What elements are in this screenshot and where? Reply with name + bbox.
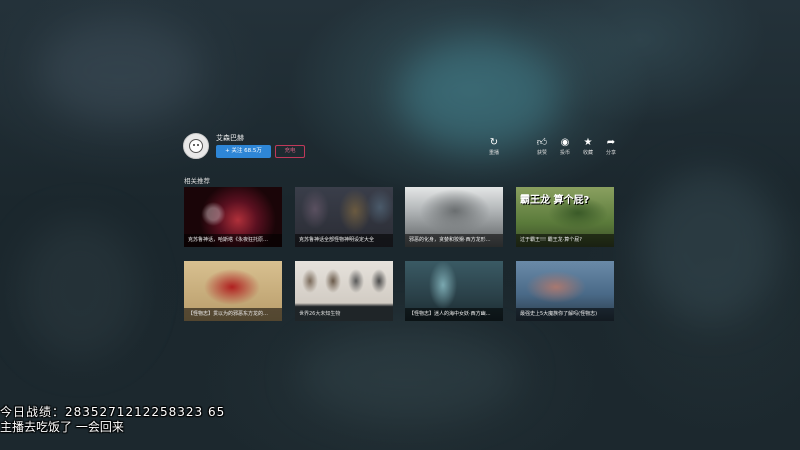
blurred-video-background [0, 0, 800, 450]
uploader-info: 艾森巴赫 + 关注 68.5万 充电 [183, 133, 323, 163]
like-button[interactable]: 👍︎ 获赞 [532, 137, 552, 156]
star-icon: ★ [583, 137, 593, 148]
video-title: 【怪物志】贯以为的邪恶东方龙的… [184, 308, 282, 321]
share-icon: ➦ [606, 137, 616, 148]
video-card[interactable]: 世界26大未知生物 [295, 261, 393, 321]
charge-button[interactable]: 充电 [275, 145, 305, 158]
video-card[interactable]: 克苏鲁神话全部怪物神明设定大全 [295, 187, 393, 247]
video-title: 邪恶的化身，贪婪和狡猾·西方龙形… [405, 234, 503, 247]
coin-label: 投币 [559, 150, 570, 156]
uploader-avatar[interactable] [183, 133, 209, 159]
share-label: 分享 [605, 150, 616, 156]
video-card[interactable]: 【怪物志】贯以为的邪恶东方龙的… [184, 261, 282, 321]
avatar-face-icon [189, 139, 203, 153]
replay-icon: ↻ [489, 137, 499, 148]
video-card[interactable]: 克苏鲁神话，哈斯塔《永夜狂托原… [184, 187, 282, 247]
video-title: 过于霸王!!! 霸王龙·算个屁? [516, 234, 614, 247]
like-label: 获赞 [536, 150, 547, 156]
video-card[interactable]: 【怪物志】迷人的海中女妖·西方幽… [405, 261, 503, 321]
video-title: 世界26大未知生物 [299, 311, 341, 317]
video-card[interactable]: 霸王龙 算个屁? 过于霸王!!! 霸王龙·算个屁? [516, 187, 614, 247]
favorite-label: 收藏 [582, 150, 593, 156]
video-title: 克苏鲁神话，哈斯塔《永夜狂托原… [184, 234, 282, 247]
section-title: 相关推荐 [184, 177, 210, 185]
danmaku-line: 主播去吃饭了 一会回来 [0, 420, 124, 434]
replay-label: 重播 [488, 150, 499, 156]
uploader-name[interactable]: 艾森巴赫 [216, 133, 244, 143]
video-title: 最强史上5大魔族你了解吗(怪物志) [516, 308, 614, 321]
video-title: 克苏鲁神话全部怪物神明设定大全 [295, 234, 393, 247]
replay-button[interactable]: ↻ 重播 [484, 137, 504, 156]
thumbnail-overlay-text: 霸王龙 算个屁? [520, 195, 590, 206]
video-title: 【怪物志】迷人的海中女妖·西方幽… [405, 308, 503, 321]
follow-button[interactable]: + 关注 68.5万 [216, 145, 271, 158]
coin-button[interactable]: ◉ 投币 [555, 137, 575, 156]
like-icon: 👍︎ [536, 137, 548, 148]
share-button[interactable]: ➦ 分享 [601, 137, 621, 156]
video-card[interactable]: 最强史上5大魔族你了解吗(怪物志) [516, 261, 614, 321]
favorite-button[interactable]: ★ 收藏 [578, 137, 598, 156]
coin-icon: ◉ [560, 137, 570, 148]
video-card[interactable]: 邪恶的化身，贪婪和狡猾·西方龙形… [405, 187, 503, 247]
